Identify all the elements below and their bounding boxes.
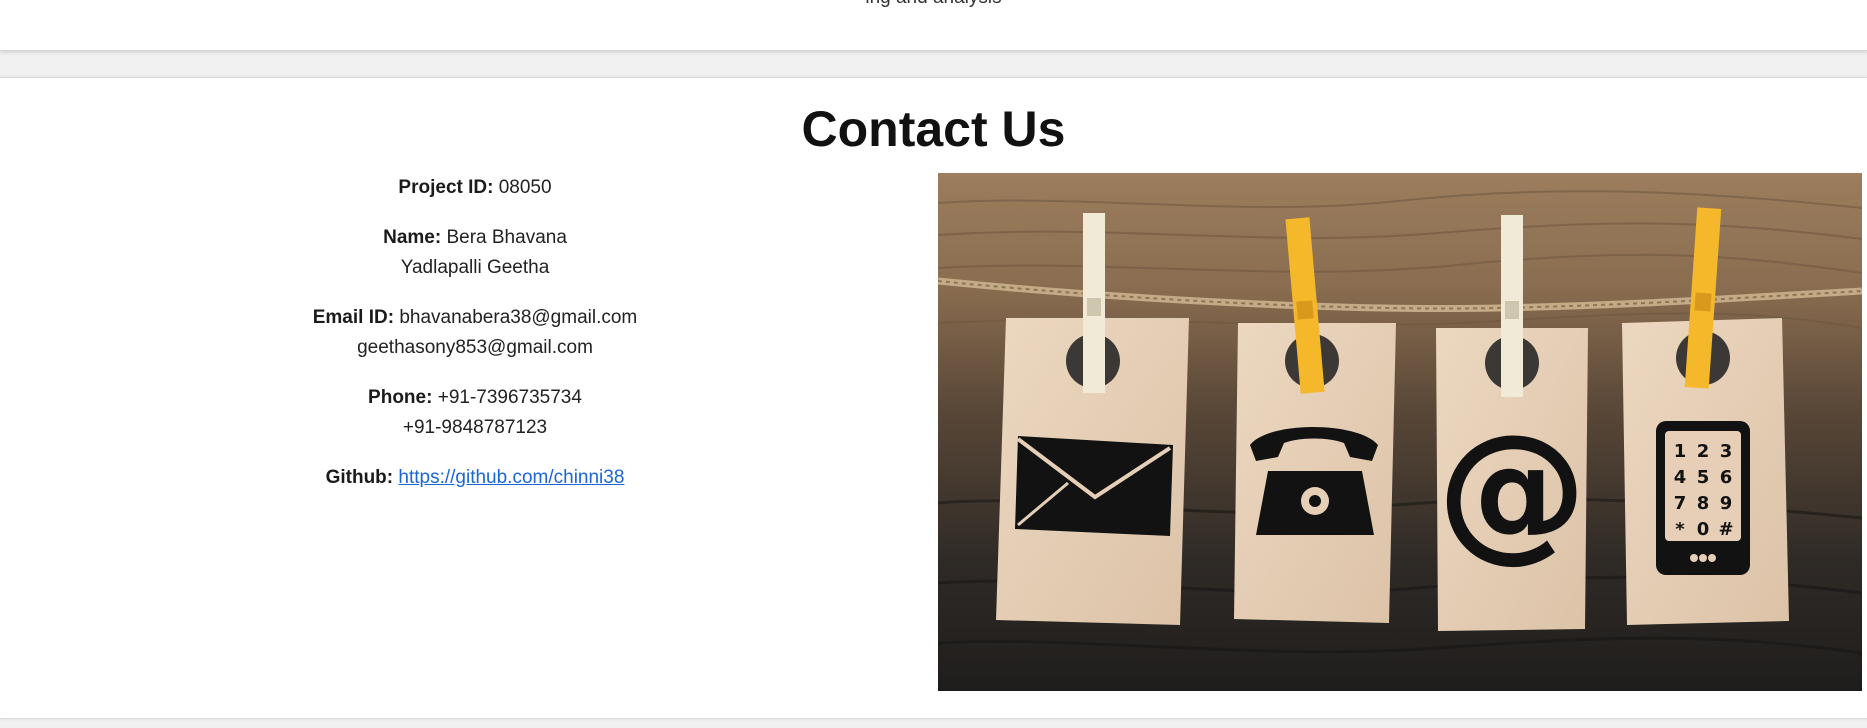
key-8: 8 xyxy=(1697,493,1710,514)
envelope-icon xyxy=(1015,436,1173,536)
phone-value-2: +91-9848787123 xyxy=(402,417,548,438)
section-title: Contact Us xyxy=(801,101,1066,157)
name-value-1: Bera Bhavana xyxy=(446,227,567,248)
key-hash: # xyxy=(1718,519,1733,540)
github-label: Github: xyxy=(325,467,394,488)
at-sign-icon: @ xyxy=(1437,403,1587,577)
email-value-2: geethasony853@gmail.com xyxy=(357,337,593,358)
github-row: Github: https://github.com/chinni38 xyxy=(0,463,950,493)
key-7: 7 xyxy=(1674,493,1687,514)
contact-icons-illustration: @ 1 2 3 4 5 6 7 8 9 * 0 # xyxy=(938,173,1862,691)
key-5: 5 xyxy=(1697,467,1710,488)
mobile-phone-icon: 1 2 3 4 5 6 7 8 9 * 0 # xyxy=(1656,421,1750,575)
key-star: * xyxy=(1675,519,1685,540)
key-3: 3 xyxy=(1720,441,1733,462)
key-1: 1 xyxy=(1674,441,1687,462)
previous-section-panel: ing and analysis xyxy=(0,0,1867,51)
name-value-2: Yadlapalli Geetha xyxy=(400,257,550,278)
name-label: Name: xyxy=(383,227,442,248)
email-value-1: bhavanabera38@gmail.com xyxy=(399,307,638,328)
email-label: Email ID: xyxy=(312,307,395,328)
previous-section-text: ing and analysis xyxy=(0,0,1867,9)
key-9: 9 xyxy=(1720,493,1733,514)
phone-label: Phone: xyxy=(368,387,433,408)
phone-row: Phone: +91-7396735734 +91-9848787123 xyxy=(0,383,950,443)
github-link[interactable]: https://github.com/chinni38 xyxy=(398,467,624,488)
key-4: 4 xyxy=(1674,467,1687,488)
phone-value-1: +91-7396735734 xyxy=(437,387,582,408)
email-row: Email ID: bhavanabera38@gmail.com geetha… xyxy=(0,303,950,363)
key-2: 2 xyxy=(1697,441,1710,462)
project-id-row: Project ID: 08050 xyxy=(0,173,950,203)
project-id-label: Project ID: xyxy=(398,177,494,198)
contact-info: Project ID: 08050 Name: Bera Bhavana Yad… xyxy=(0,173,950,513)
contact-icons-photo: @ 1 2 3 4 5 6 7 8 9 * 0 # xyxy=(938,173,1862,691)
name-row: Name: Bera Bhavana Yadlapalli Geetha xyxy=(0,223,950,283)
key-0: 0 xyxy=(1697,519,1710,540)
project-id-value: 08050 xyxy=(498,177,552,198)
key-6: 6 xyxy=(1720,467,1733,488)
